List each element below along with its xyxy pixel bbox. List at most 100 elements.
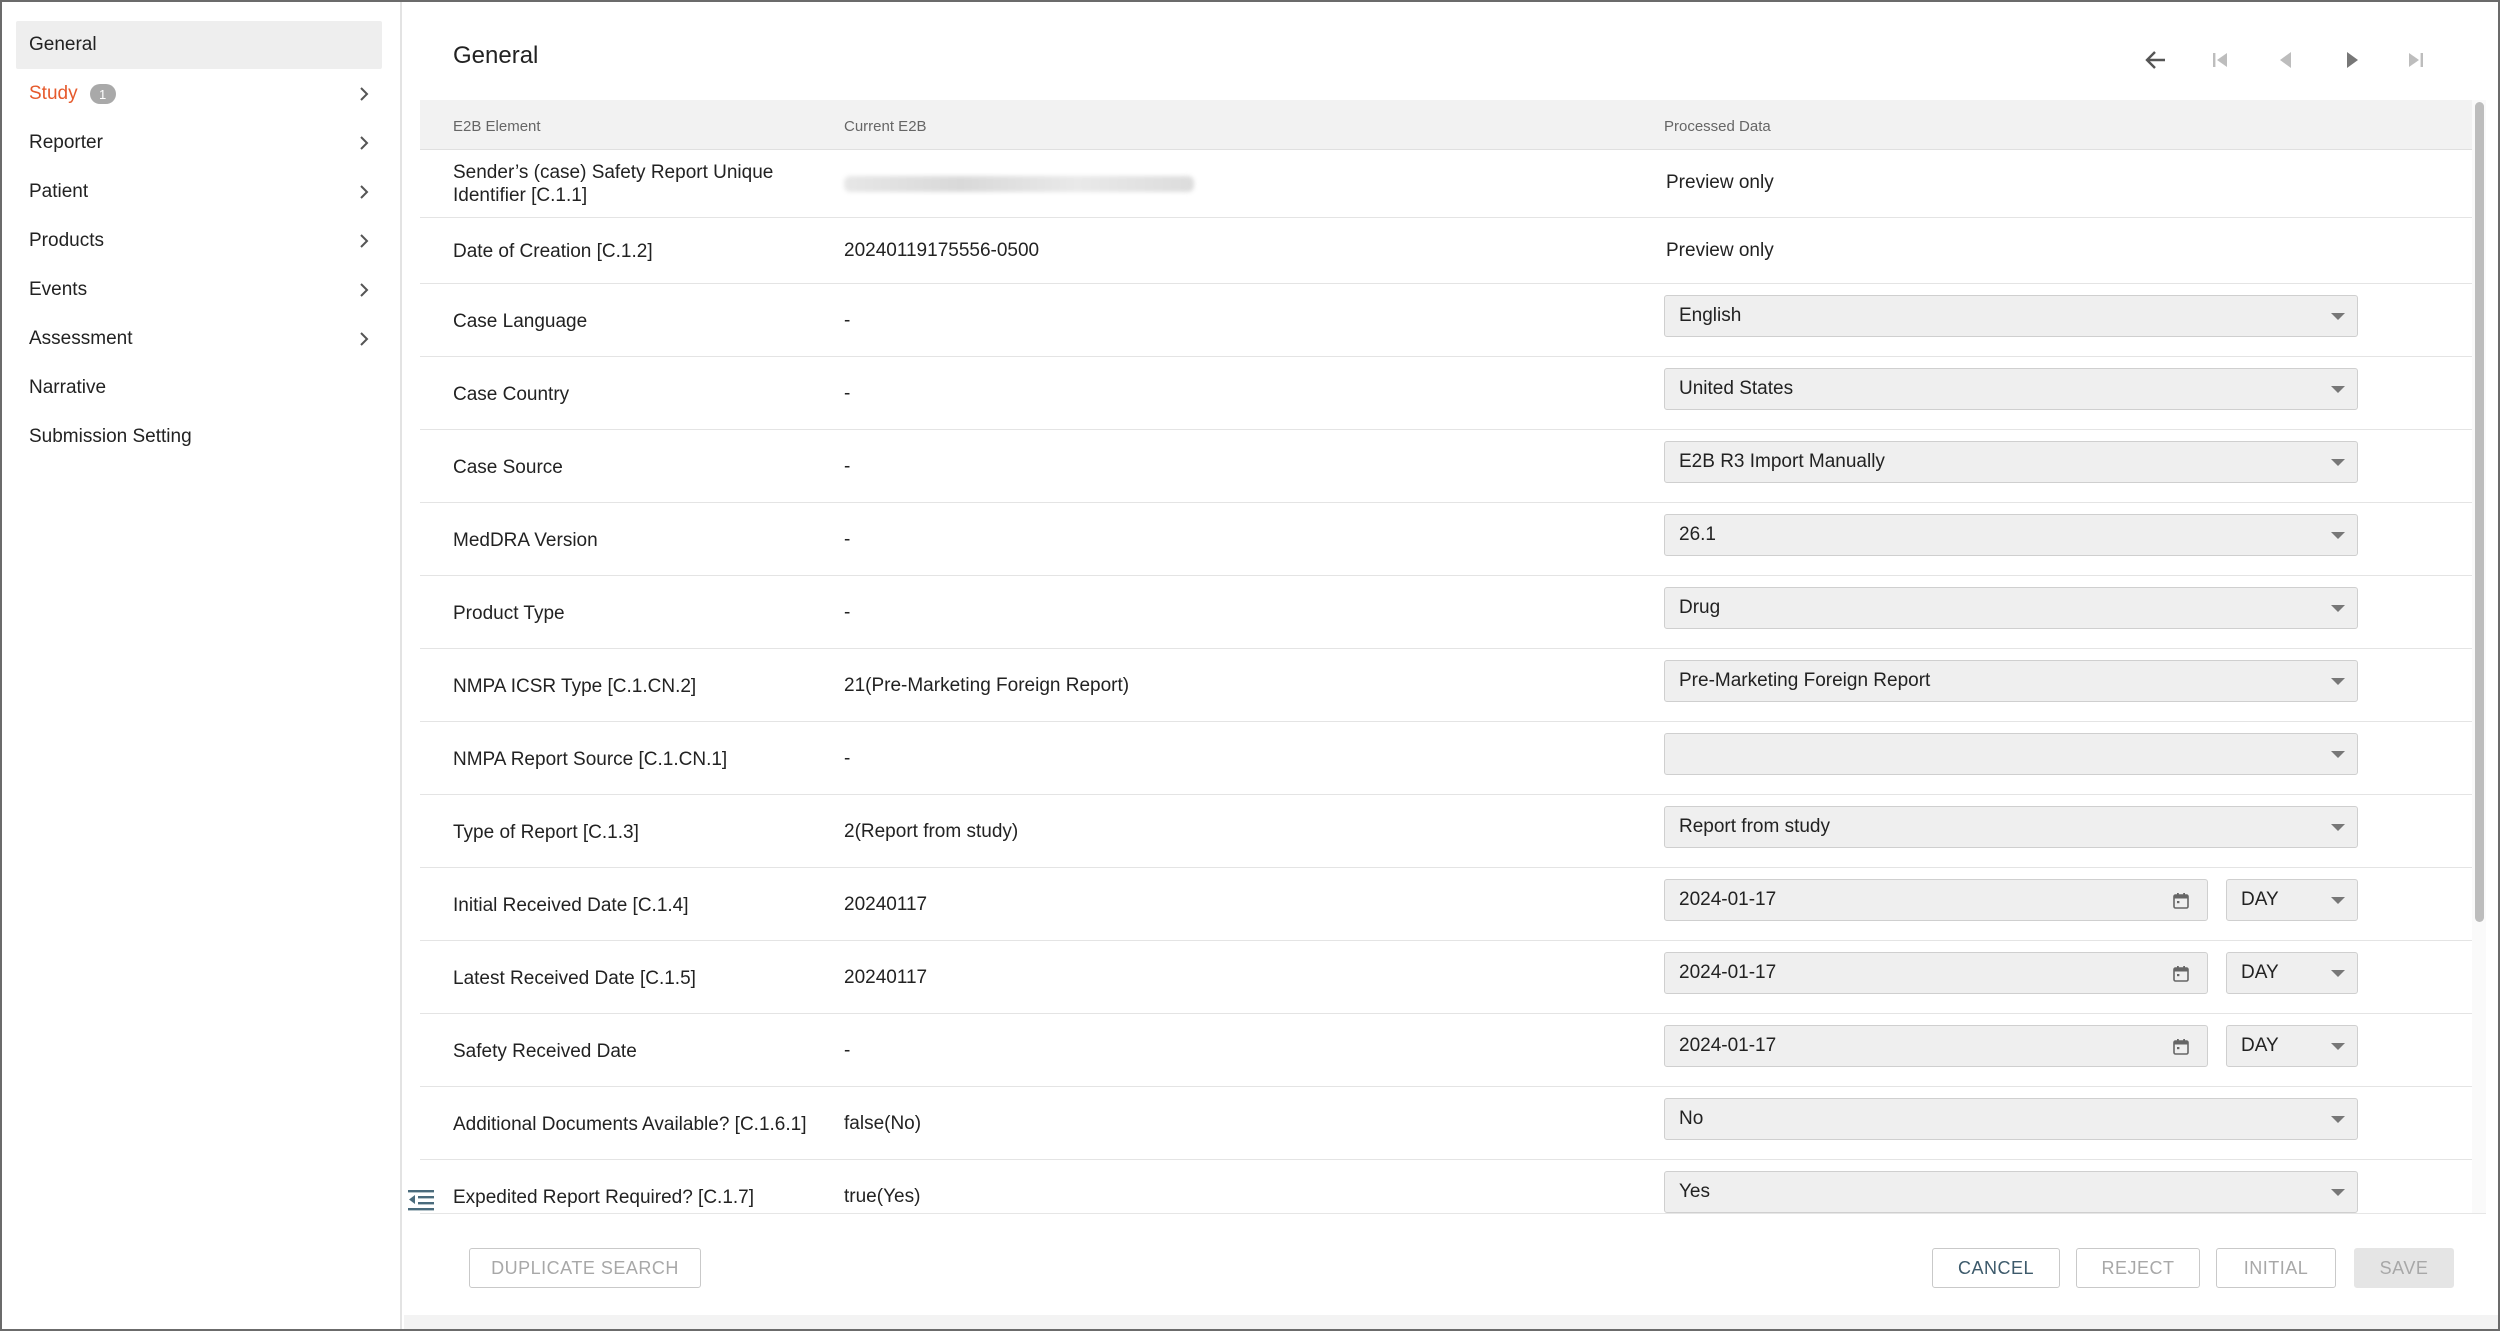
select-value: E2B R3 Import Manually bbox=[1679, 451, 1885, 472]
reject-button[interactable]: REJECT bbox=[2076, 1248, 2200, 1288]
sidebar-item-label: Reporter bbox=[29, 132, 103, 153]
back-arrow-icon bbox=[2145, 51, 2165, 69]
current-value: 20240117 bbox=[844, 967, 928, 988]
sidebar-item-narrative[interactable]: Narrative bbox=[16, 364, 382, 412]
duplicate-search-button[interactable]: DUPLICATE SEARCH bbox=[469, 1248, 701, 1288]
chevron-right-icon bbox=[360, 332, 369, 346]
safety-received-date-input[interactable]: 2024-01-17 bbox=[1664, 1025, 2208, 1067]
select-value: DAY bbox=[2241, 962, 2279, 983]
sidebar-item-label: Narrative bbox=[29, 377, 107, 398]
chevron-right-icon bbox=[360, 87, 369, 101]
scrollbar-thumb[interactable] bbox=[2475, 102, 2484, 922]
table-row: Sender’s (case) Safety Report Unique Ide… bbox=[420, 150, 2472, 218]
first-page-icon bbox=[2213, 53, 2227, 67]
caret-down-icon bbox=[2331, 897, 2345, 904]
current-value: 21(Pre-Marketing Foreign Report) bbox=[844, 675, 1130, 696]
table-row: NMPA Report Source [C.1.CN.1] - bbox=[420, 722, 2472, 795]
row-label: Initial Received Date [C.1.4] bbox=[453, 895, 689, 916]
table-row: Additional Documents Available? [C.1.6.1… bbox=[420, 1087, 2472, 1160]
sidebar-item-study[interactable]: Study 1 bbox=[16, 70, 382, 118]
caret-down-icon bbox=[2331, 532, 2345, 539]
sidebar-item-products[interactable]: Products bbox=[16, 217, 382, 265]
table-row: Case Source - E2B R3 Import Manually bbox=[420, 430, 2472, 503]
case-source-select[interactable]: E2B R3 Import Manually bbox=[1664, 441, 2358, 483]
sidebar-item-submission-setting[interactable]: Submission Setting bbox=[16, 413, 382, 461]
sidebar-item-patient[interactable]: Patient bbox=[16, 168, 382, 216]
caret-down-icon bbox=[2331, 386, 2345, 393]
current-value: - bbox=[844, 748, 851, 769]
sidebar-item-events[interactable]: Events bbox=[16, 266, 382, 314]
app-window: General Study 1 Reporter Patient Product… bbox=[0, 0, 2500, 1331]
additional-documents-select[interactable]: No bbox=[1664, 1098, 2358, 1140]
row-label: Date of Creation [C.1.2] bbox=[453, 241, 653, 262]
next-button[interactable] bbox=[2336, 44, 2368, 76]
previous-button[interactable] bbox=[2270, 44, 2302, 76]
sidebar-item-general[interactable]: General bbox=[16, 21, 382, 69]
row-label: Case Source bbox=[453, 457, 563, 478]
initial-received-precision-select[interactable]: DAY bbox=[2226, 879, 2358, 921]
chevron-right-icon bbox=[360, 185, 369, 199]
nmpa-icsr-type-select[interactable]: Pre-Marketing Foreign Report bbox=[1664, 660, 2358, 702]
table-row: Product Type - Drug bbox=[420, 576, 2472, 649]
caret-down-icon bbox=[2331, 605, 2345, 612]
chevron-right-icon bbox=[360, 234, 369, 248]
page-title: General bbox=[453, 42, 539, 69]
safety-received-precision-select[interactable]: DAY bbox=[2226, 1025, 2358, 1067]
caret-down-icon bbox=[2331, 459, 2345, 466]
case-country-select[interactable]: United States bbox=[1664, 368, 2358, 410]
sidebar-item-label: General bbox=[29, 34, 97, 55]
sidebar: General Study 1 Reporter Patient Product… bbox=[2, 2, 402, 1329]
nmpa-report-source-select[interactable] bbox=[1664, 733, 2358, 775]
sidebar-item-label: Assessment bbox=[29, 328, 133, 349]
cancel-button[interactable]: CANCEL bbox=[1932, 1248, 2060, 1288]
sidebar-item-assessment[interactable]: Assessment bbox=[16, 315, 382, 363]
last-page-button[interactable] bbox=[2400, 44, 2432, 76]
table-row: Expedited Report Required? [C.1.7] true(… bbox=[420, 1160, 2472, 1213]
calendar-icon[interactable] bbox=[2171, 891, 2191, 911]
column-header-current: Current E2B bbox=[844, 118, 927, 135]
date-value: 2024-01-17 bbox=[1679, 889, 1777, 910]
footer-actions: DUPLICATE SEARCH CANCEL REJECT INITIAL S… bbox=[420, 1213, 2486, 1315]
table-row: NMPA ICSR Type [C.1.CN.2] 21(Pre-Marketi… bbox=[420, 649, 2472, 722]
row-label: Safety Received Date bbox=[453, 1041, 637, 1062]
back-arrow-button[interactable] bbox=[2140, 44, 2172, 76]
table-row: Case Language - English bbox=[420, 284, 2472, 357]
current-value: 2(Report from study) bbox=[844, 821, 1019, 842]
select-value: 26.1 bbox=[1679, 524, 1716, 545]
table-row: Safety Received Date - 2024-01-17 DAY bbox=[420, 1014, 2472, 1087]
select-value: English bbox=[1679, 305, 1742, 326]
type-of-report-select[interactable]: Report from study bbox=[1664, 806, 2358, 848]
current-value: - bbox=[844, 1040, 851, 1061]
table-header: E2B Element Current E2B Processed Data bbox=[420, 100, 2472, 150]
sidebar-item-label: Study bbox=[29, 83, 78, 104]
calendar-icon[interactable] bbox=[2171, 964, 2191, 984]
collapse-sidebar-icon[interactable] bbox=[406, 1188, 436, 1214]
caret-down-icon bbox=[2331, 824, 2345, 831]
sidebar-item-reporter[interactable]: Reporter bbox=[16, 119, 382, 167]
expedited-report-select[interactable]: Yes bbox=[1664, 1171, 2358, 1213]
table-row: Date of Creation [C.1.2] 20240119175556-… bbox=[420, 218, 2472, 284]
calendar-icon[interactable] bbox=[2171, 1037, 2191, 1057]
main-panel: General E2B Element Current E2B Processe… bbox=[408, 10, 2486, 1315]
select-value: DAY bbox=[2241, 1035, 2279, 1056]
date-value: 2024-01-17 bbox=[1679, 962, 1777, 983]
first-page-button[interactable] bbox=[2204, 44, 2236, 76]
previous-icon bbox=[2280, 52, 2291, 68]
latest-received-date-input[interactable]: 2024-01-17 bbox=[1664, 952, 2208, 994]
next-icon bbox=[2347, 52, 2358, 68]
column-header-processed: Processed Data bbox=[1664, 118, 1771, 135]
select-value: United States bbox=[1679, 378, 1794, 399]
product-type-select[interactable]: Drug bbox=[1664, 587, 2358, 629]
processed-value: Preview only bbox=[1666, 172, 1774, 193]
table-row: Type of Report [C.1.3] 2(Report from stu… bbox=[420, 795, 2472, 868]
row-label: Expedited Report Required? [C.1.7] bbox=[453, 1187, 755, 1208]
initial-received-date-input[interactable]: 2024-01-17 bbox=[1664, 879, 2208, 921]
case-language-select[interactable]: English bbox=[1664, 295, 2358, 337]
save-button[interactable]: SAVE bbox=[2354, 1248, 2454, 1288]
caret-down-icon bbox=[2331, 1116, 2345, 1123]
latest-received-precision-select[interactable]: DAY bbox=[2226, 952, 2358, 994]
meddra-version-select[interactable]: 26.1 bbox=[1664, 514, 2358, 556]
chevron-right-icon bbox=[360, 283, 369, 297]
date-value: 2024-01-17 bbox=[1679, 1035, 1777, 1056]
initial-button[interactable]: INITIAL bbox=[2216, 1248, 2336, 1288]
